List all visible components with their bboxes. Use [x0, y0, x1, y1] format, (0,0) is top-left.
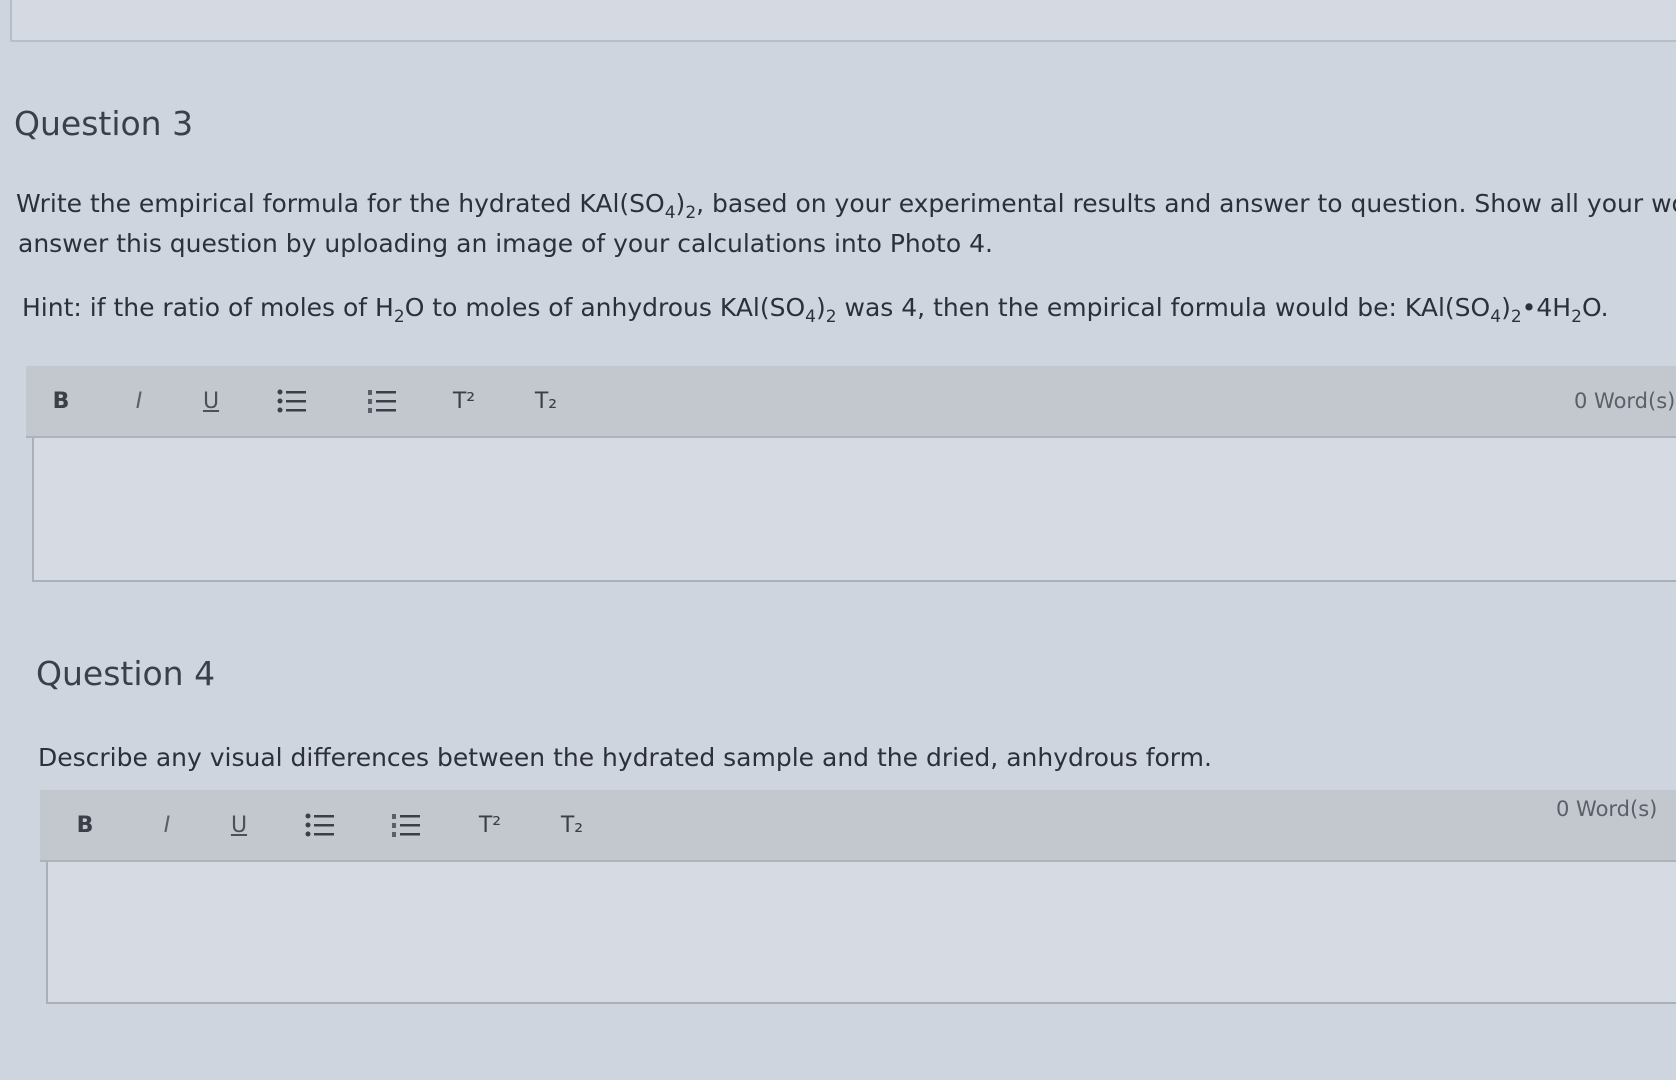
bullet-list-button[interactable]	[274, 366, 310, 436]
question-3-title: Question 3	[14, 104, 194, 143]
question-4-title: Question 4	[36, 654, 216, 693]
question-4-editor-toolbar: B I U T² T₂ 0 Word(s)	[40, 790, 1676, 862]
bullet-list-icon	[305, 813, 334, 837]
italic-button[interactable]: I	[152, 790, 182, 860]
subscript-button[interactable]: T₂	[552, 790, 592, 860]
question-4-prompt: Describe any visual differences between …	[38, 743, 1212, 772]
word-count: 0 Word(s)	[1556, 797, 1658, 821]
subscript-button[interactable]: T₂	[526, 366, 566, 436]
bullet-list-icon	[277, 389, 306, 413]
italic-button[interactable]: I	[124, 366, 154, 436]
bold-button[interactable]: B	[46, 366, 76, 436]
underline-button[interactable]: U	[224, 790, 254, 860]
question-3-text-line-2: answer this question by uploading an ima…	[18, 229, 993, 258]
numbered-list-button[interactable]	[364, 366, 400, 436]
bold-button[interactable]: B	[70, 790, 100, 860]
superscript-button[interactable]: T²	[444, 366, 484, 436]
previous-answer-box[interactable]	[10, 0, 1676, 42]
bullet-list-button[interactable]	[302, 790, 338, 860]
word-count: 0 Word(s)	[1574, 389, 1676, 413]
superscript-button[interactable]: T²	[470, 790, 510, 860]
underline-button[interactable]: U	[196, 366, 226, 436]
question-3-hint: Hint: if the ratio of moles of H2O to mo…	[22, 293, 1609, 327]
question-3-editor-toolbar: B I U T² T₂ 0 Word(s)	[26, 366, 1676, 438]
question-4-answer-editor[interactable]	[46, 862, 1676, 1004]
numbered-list-icon	[368, 390, 396, 413]
question-3-answer-editor[interactable]	[32, 438, 1676, 582]
numbered-list-icon	[392, 814, 420, 837]
numbered-list-button[interactable]	[388, 790, 424, 860]
